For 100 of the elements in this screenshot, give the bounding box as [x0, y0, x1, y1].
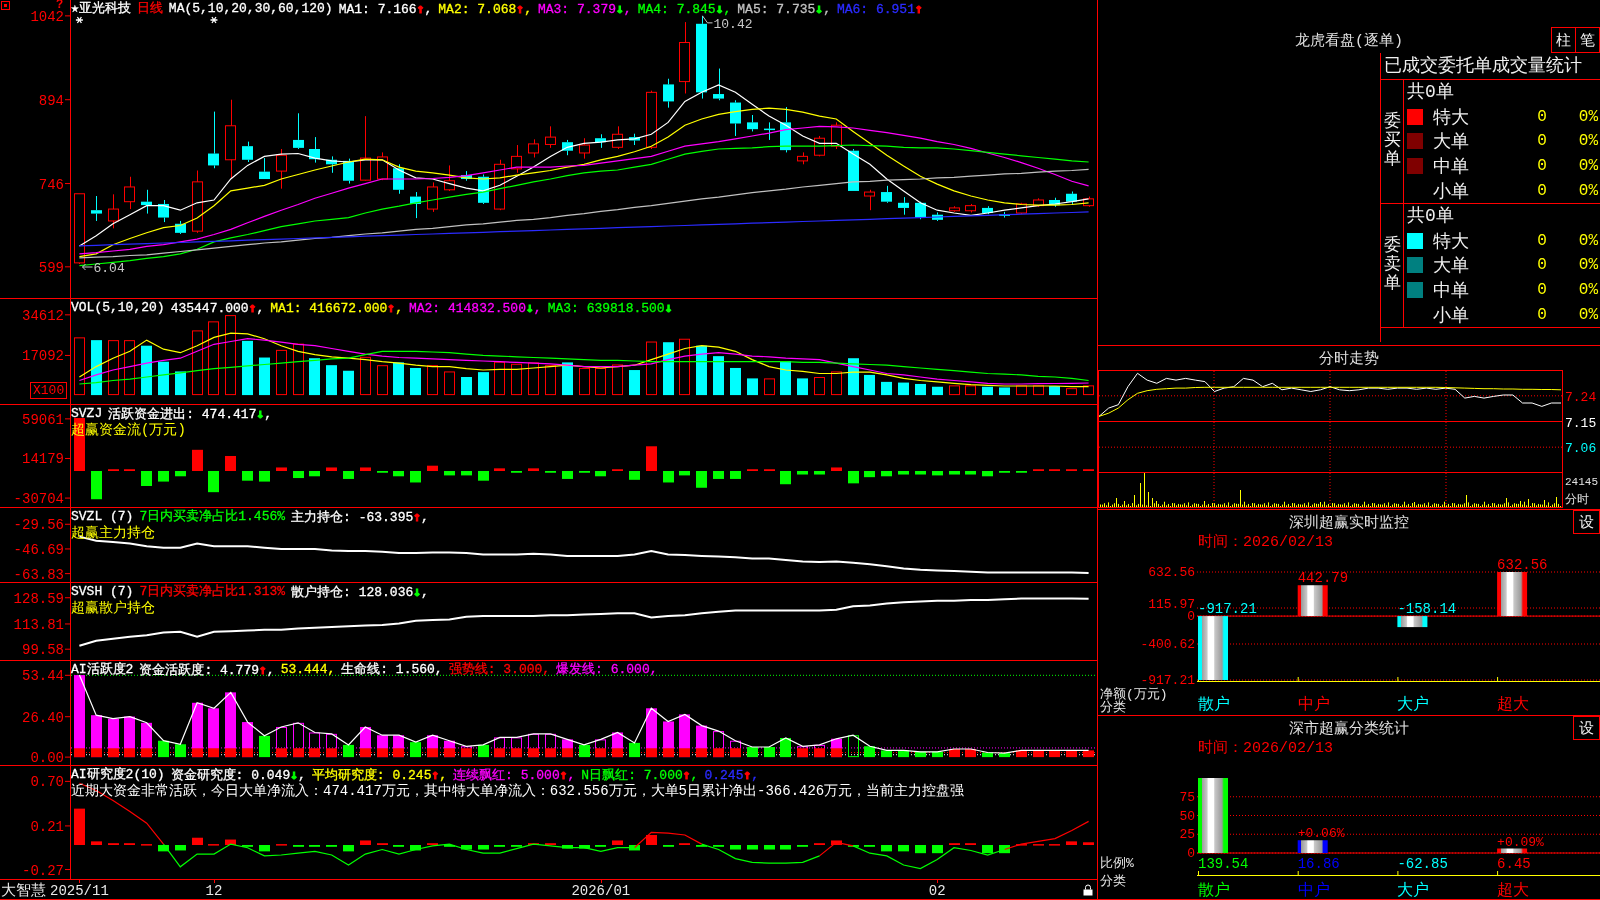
group-label: 委卖单 [1383, 237, 1401, 294]
axis-label: -400.62 [1140, 637, 1195, 652]
panel-title: 分时走势 [1319, 349, 1379, 368]
axis-label: 34612 [22, 307, 64, 324]
category-label: 超大 [1497, 882, 1530, 899]
axis-title: 比例% [1100, 856, 1134, 871]
date-label: 2026/01 [571, 883, 631, 899]
legend-label: SVZJ [71, 406, 103, 422]
axis-label: 59061 [22, 411, 64, 428]
order-share: 0% [1578, 256, 1599, 275]
indicator-reading: 平均研究度: 0.245↑, [311, 767, 448, 783]
axis-label: 99.58 [22, 642, 64, 659]
legend-label: 7日内买卖净占比1.313% [139, 584, 286, 600]
indicator-reading: N日飘红: 7.000↑, [581, 767, 699, 783]
axis-label: 599 [38, 259, 64, 276]
indicator-reading: 散户持仓: 128.036↓, [291, 584, 429, 600]
axis-title: 分类 [1100, 874, 1126, 889]
legend-label: ★亚光科技 [71, 1, 131, 17]
axis-label: -46.69 [13, 541, 64, 558]
order-share: 0% [1578, 107, 1599, 126]
table-heading: 已成交委托单成交量统计 [1381, 53, 1600, 80]
legend-label: 强势线: 3.000, [448, 662, 551, 678]
order-size-label: 大单 [1433, 255, 1469, 278]
indicator-reading: MA6: 6.951↑ [836, 1, 923, 17]
unit-label: X100 [30, 382, 68, 399]
panel-title: 深市超赢分类统计 [1289, 719, 1409, 738]
axis-label: 0 [1187, 609, 1195, 625]
legend-label: 7日内买卖净占比1.456% [139, 509, 286, 525]
change-label: +0.06% [1297, 826, 1345, 842]
axis-label: 746 [38, 176, 64, 193]
indicator-reading: MA4: 7.845↓, [637, 1, 732, 17]
legend-label: 生命线: 1.560, [341, 662, 443, 678]
axis-label: 53.44 [22, 668, 64, 685]
order-count: 0 [1537, 157, 1547, 176]
order-count: 0 [1537, 107, 1547, 126]
indicator-reading: 资金活跃度: 4.779↑, [139, 662, 275, 678]
legend-label: MA(5,10,20,30,60,120) [168, 1, 333, 17]
axis-label: 17092 [22, 348, 64, 365]
axis-label: -29.56 [13, 517, 64, 534]
axis-label: 14179 [22, 451, 64, 468]
axis-label: 0.00 [30, 750, 64, 765]
axis-label: 7.06 [1565, 441, 1597, 457]
order-count: 0 [1537, 281, 1547, 300]
category-label: 大户 [1397, 882, 1430, 899]
axis-label: 113.81 [13, 616, 64, 633]
axis-label: 0 [1187, 846, 1195, 861]
indicator-reading: MA1: 7.166↑, [338, 1, 433, 17]
order-share: 0% [1578, 157, 1599, 176]
axis-label: -0.27 [22, 862, 64, 879]
axis-label: 894 [38, 92, 64, 109]
order-share: 0% [1578, 132, 1599, 151]
date-label: 2025/11 [50, 883, 109, 899]
category-label: 大户 [1397, 696, 1430, 714]
order-share: 0% [1578, 231, 1599, 250]
value-label: 442.79 [1297, 570, 1349, 587]
price-annotation: 6.04 [93, 261, 125, 276]
panel-title: 龙虎看盘(逐单) [1295, 31, 1403, 50]
value-label: 16.86 [1297, 856, 1340, 872]
axis-label: 26.40 [22, 709, 64, 726]
legend-label: AI活跃度2 [71, 662, 134, 678]
value-label: -158.14 [1397, 601, 1457, 618]
axis-label: 50 [1179, 808, 1195, 824]
date-text: 时间：2026/02/13 [1198, 534, 1333, 552]
value-label: -917.21 [1198, 601, 1257, 618]
axis-label: -63.83 [13, 566, 64, 582]
indicator-title: 超赢散户持仓 [71, 600, 155, 617]
order-size-label: 大单 [1433, 131, 1469, 154]
order-share: 0% [1578, 281, 1599, 300]
date-label: 12 [205, 883, 223, 899]
category-label: 中户 [1297, 696, 1330, 714]
category-label: 散户 [1198, 696, 1230, 714]
group-label: 委买单 [1383, 113, 1401, 170]
indicator-reading: MA3: 639818.500↓ [547, 300, 673, 316]
axis-label: 0.21 [30, 818, 64, 835]
indicator-reading: 主力持仓: -63.395↑, [291, 509, 429, 525]
indicator-reading: MA3: 7.379↓, [537, 1, 632, 17]
axis-label: 1042 [30, 8, 64, 25]
order-size-label: 中单 [1433, 280, 1469, 303]
order-size-label: 小单 [1433, 180, 1469, 203]
axis-label: 632.56 [1148, 565, 1195, 580]
indicator-reading: MA2: 7.068↑, [438, 1, 532, 17]
indicator-reading: 435447.000↑, [170, 300, 265, 316]
legend-label: 爆发线: 6.000, [556, 662, 658, 678]
category-label: 散户 [1198, 882, 1230, 899]
order-size-label: 特大 [1433, 106, 1469, 129]
value-label: 632.56 [1497, 557, 1548, 573]
value-label: -62.85 [1397, 856, 1448, 872]
legend-label: 53.444, [280, 662, 336, 678]
order-share: 0% [1578, 305, 1599, 324]
order-size-label: 中单 [1433, 156, 1469, 179]
volume-unit: 分时 [1565, 493, 1589, 507]
legend-label: VOL(5,10,20) [71, 300, 165, 316]
category-label: 中户 [1297, 882, 1330, 899]
axis-label: 7.24 [1565, 389, 1597, 405]
axis-label: 75 [1179, 789, 1195, 805]
date-text: 时间：2026/02/13 [1198, 740, 1333, 758]
axis-label: -917.21 [1140, 673, 1195, 688]
legend-label: SVZL (7) [71, 509, 134, 525]
order-count: 0 [1537, 305, 1547, 324]
indicator-reading: 连续飘红: 5.000↑, [453, 767, 576, 783]
